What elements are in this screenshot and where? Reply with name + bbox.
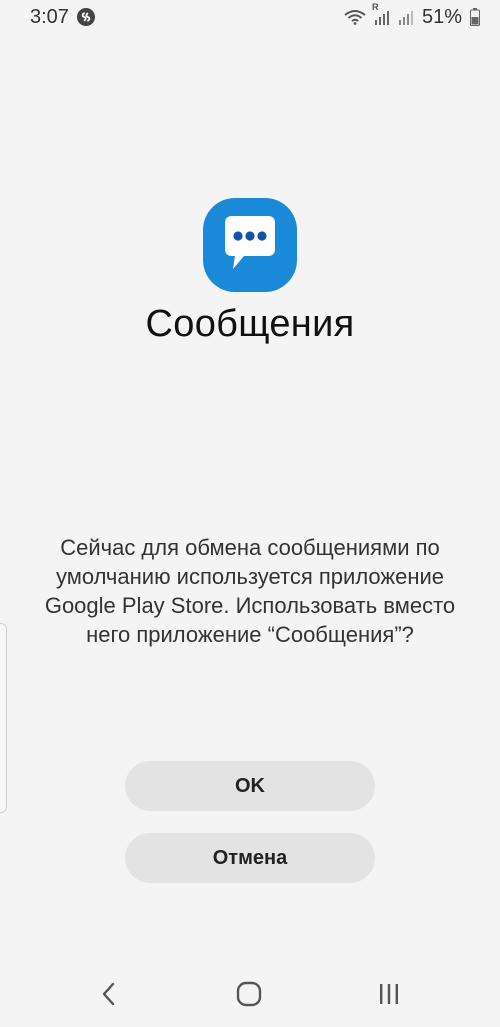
status-left: 3:07 bbox=[30, 6, 95, 29]
cancel-button[interactable]: Отмена bbox=[125, 833, 375, 883]
status-bar: 3:07 R 51% bbox=[0, 0, 500, 34]
back-button[interactable] bbox=[89, 978, 129, 1010]
home-icon bbox=[236, 981, 262, 1007]
messages-bubble-icon bbox=[203, 198, 297, 292]
status-right: R 51% bbox=[344, 2, 480, 29]
home-button[interactable] bbox=[229, 978, 269, 1010]
battery-icon bbox=[470, 8, 480, 26]
ok-button[interactable]: OK bbox=[125, 761, 375, 811]
app-title: Сообщения bbox=[145, 303, 355, 345]
roaming-signal-icon: R bbox=[372, 2, 390, 26]
back-chevron-icon bbox=[102, 982, 115, 1006]
dialog-message: Сейчас для обмена сообщениями по умолчан… bbox=[44, 535, 456, 647]
status-time: 3:07 bbox=[30, 5, 69, 28]
battery-percent: 51% bbox=[421, 5, 462, 28]
navigation-bar bbox=[0, 960, 500, 1027]
recents-button[interactable] bbox=[369, 978, 409, 1010]
edge-panel-handle[interactable] bbox=[0, 623, 7, 813]
roaming-indicator: R bbox=[371, 2, 379, 12]
shazam-notification-icon bbox=[76, 8, 95, 26]
wifi-icon bbox=[344, 9, 366, 25]
messages-app-icon bbox=[203, 198, 297, 292]
cell-signal-icon bbox=[398, 8, 414, 26]
recents-icon bbox=[380, 984, 398, 1004]
